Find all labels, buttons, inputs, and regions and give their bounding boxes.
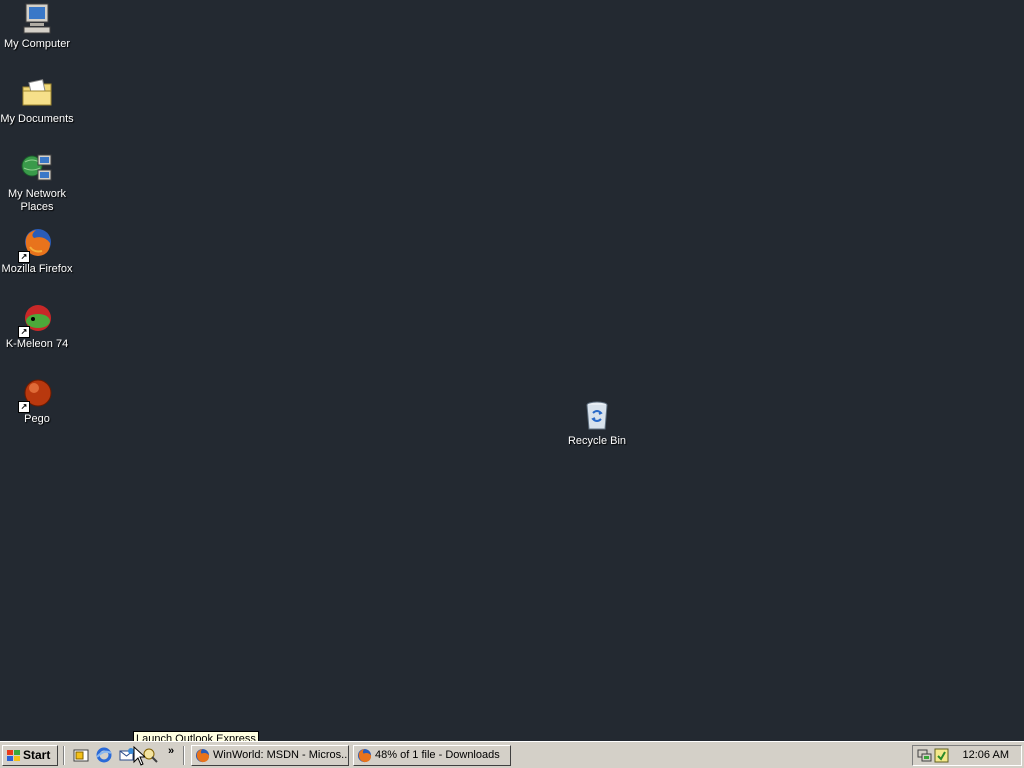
desktop-icon-label: Mozilla Firefox — [1, 263, 73, 275]
shortcut-arrow-icon: ↗ — [18, 401, 30, 413]
mouse-cursor-icon — [133, 746, 145, 766]
desktop-icon-pego[interactable]: ↗ Pego — [0, 377, 74, 426]
desktop-icon-label: My Network Places — [7, 188, 67, 213]
desktop-icon-my-network-places[interactable]: My Network Places — [0, 152, 74, 214]
kmeleon-icon: ↗ — [18, 302, 54, 338]
desktop-icon-recycle-bin[interactable]: Recycle Bin — [560, 399, 634, 448]
quick-launch-more-button[interactable]: » — [168, 745, 178, 757]
desktop-icon-label: Recycle Bin — [567, 435, 627, 447]
desktop-icon-mozilla-firefox[interactable]: ↗ Mozilla Firefox — [0, 227, 74, 276]
desktop-icon-my-documents[interactable]: My Documents — [0, 77, 74, 126]
desktop-icon-label: Pego — [24, 413, 50, 425]
task-button-label: WinWorld: MSDN - Micros... — [213, 749, 349, 761]
update-tray-icon[interactable] — [934, 748, 949, 763]
taskbar-separator — [183, 746, 185, 765]
start-label: Start — [23, 748, 51, 762]
desktop-icon-my-computer[interactable]: My Computer — [0, 2, 74, 51]
desktop-icon-label: My Computer — [3, 38, 71, 50]
recycle-bin-icon — [580, 399, 614, 433]
desktop-icon-label: My Documents — [0, 113, 74, 125]
task-button-winworld[interactable]: WinWorld: MSDN - Micros... — [191, 745, 349, 766]
taskbar-separator — [63, 746, 65, 765]
folder-icon — [20, 77, 54, 111]
firefox-icon: ↗ — [18, 227, 54, 263]
desktop-icon-label: K-Meleon 74 — [5, 338, 69, 350]
shortcut-arrow-icon: ↗ — [18, 251, 30, 263]
pego-icon: ↗ — [18, 377, 54, 413]
desktop-icon-k-meleon[interactable]: ↗ K-Meleon 74 — [0, 302, 74, 351]
internet-explorer-icon[interactable] — [96, 747, 112, 763]
computer-icon — [20, 2, 54, 36]
network-tray-icon[interactable] — [917, 748, 932, 763]
firefox-icon — [195, 748, 210, 763]
shortcut-arrow-icon: ↗ — [18, 326, 30, 338]
desktop: My Computer My Documents My Network Plac… — [0, 0, 1024, 741]
start-button[interactable]: Start — [2, 745, 58, 766]
firefox-icon — [357, 748, 372, 763]
task-button-downloads[interactable]: 48% of 1 file - Downloads — [353, 745, 511, 766]
task-button-label: 48% of 1 file - Downloads — [375, 749, 500, 761]
show-desktop-icon[interactable] — [73, 747, 89, 763]
network-icon — [20, 152, 54, 186]
taskbar: Start » WinWorld: MSDN - Micros... 48% o… — [0, 741, 1024, 768]
windows-logo-icon — [7, 750, 20, 761]
clock[interactable]: 12:06 AM — [963, 749, 1009, 761]
system-tray: 12:06 AM — [912, 745, 1022, 766]
